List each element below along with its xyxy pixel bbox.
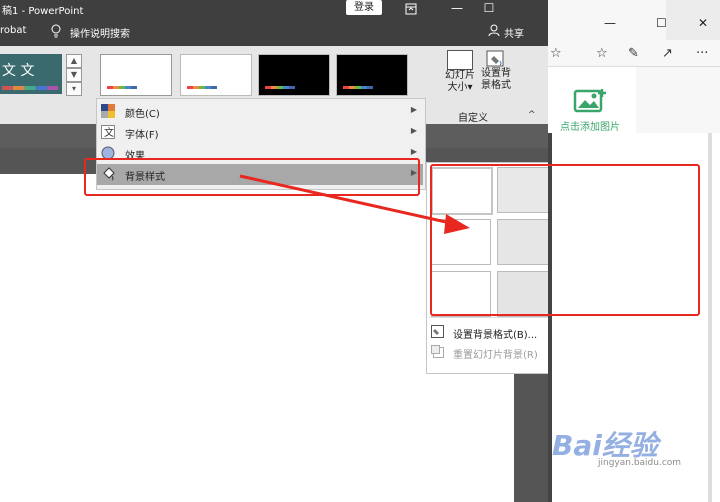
watermark: Bai经验 jingyan.baidu.com — [552, 424, 692, 468]
watermark-url: jingyan.baidu.com — [598, 458, 682, 468]
